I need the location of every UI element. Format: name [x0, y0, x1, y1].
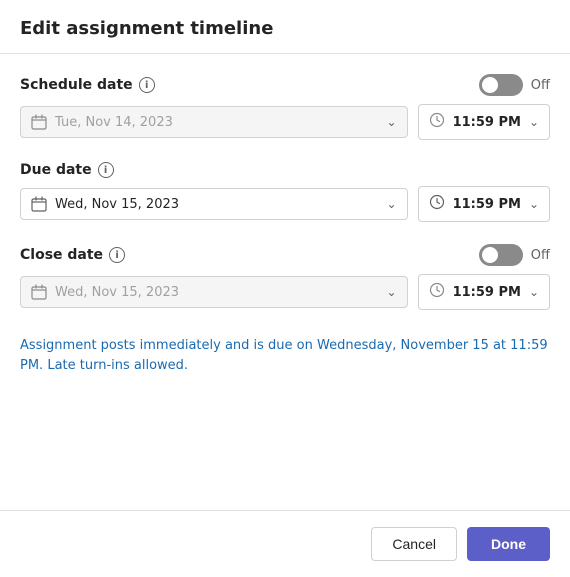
- toggle-thumb: [482, 77, 498, 93]
- due-date-calendar-icon: [31, 196, 47, 212]
- close-date-toggle-row: Off: [479, 244, 550, 266]
- schedule-time-picker[interactable]: 11:59 PM ⌄: [418, 104, 550, 140]
- close-date-section: Close date i Off: [20, 244, 550, 310]
- dialog-title: Edit assignment timeline: [20, 18, 550, 39]
- due-date-picker[interactable]: Wed, Nov 15, 2023 ⌄: [20, 188, 408, 220]
- schedule-date-toggle-row: Off: [479, 74, 550, 96]
- due-date-value: Wed, Nov 15, 2023: [55, 197, 379, 212]
- schedule-date-label-row: Schedule date i Off: [20, 74, 550, 96]
- schedule-date-toggle-label: Off: [531, 78, 550, 93]
- due-date-label: Due date i: [20, 162, 114, 178]
- due-date-section: Due date i Wed, Nov 15, 2023: [20, 162, 550, 222]
- edit-timeline-dialog: Edit assignment timeline Schedule date i…: [0, 0, 570, 577]
- due-date-info-icon[interactable]: i: [98, 162, 114, 178]
- schedule-date-section: Schedule date i Off: [20, 74, 550, 140]
- close-date-input-row: Wed, Nov 15, 2023 ⌄ 11:59 PM ⌄: [20, 274, 550, 310]
- schedule-date-toggle[interactable]: [479, 74, 523, 96]
- due-date-input-row: Wed, Nov 15, 2023 ⌄ 11:59 PM ⌄: [20, 186, 550, 222]
- due-time-picker[interactable]: 11:59 PM ⌄: [418, 186, 550, 222]
- close-date-toggle-label: Off: [531, 248, 550, 263]
- dialog-footer: Cancel Done: [0, 511, 570, 577]
- schedule-time-chevron: ⌄: [529, 115, 539, 129]
- schedule-date-calendar-icon: [31, 114, 47, 130]
- cancel-button[interactable]: Cancel: [371, 527, 457, 561]
- schedule-date-info-icon[interactable]: i: [139, 77, 155, 93]
- due-clock-icon: [429, 194, 445, 214]
- close-time-chevron: ⌄: [529, 285, 539, 299]
- schedule-date-picker[interactable]: Tue, Nov 14, 2023 ⌄: [20, 106, 408, 138]
- close-date-chevron: ⌄: [387, 285, 397, 299]
- close-date-calendar-icon: [31, 284, 47, 300]
- close-toggle-thumb: [482, 247, 498, 263]
- close-clock-icon: [429, 282, 445, 302]
- close-time-value: 11:59 PM: [453, 285, 521, 300]
- dialog-header: Edit assignment timeline: [0, 0, 570, 54]
- due-time-chevron: ⌄: [529, 197, 539, 211]
- assignment-info-text: Assignment posts immediately and is due …: [20, 336, 550, 375]
- dialog-body: Schedule date i Off: [0, 54, 570, 510]
- close-time-picker[interactable]: 11:59 PM ⌄: [418, 274, 550, 310]
- schedule-date-input-row: Tue, Nov 14, 2023 ⌄ 11:59 PM ⌄: [20, 104, 550, 140]
- schedule-clock-icon: [429, 112, 445, 132]
- schedule-date-label: Schedule date i: [20, 77, 155, 93]
- close-date-label: Close date i: [20, 247, 125, 263]
- close-date-info-icon[interactable]: i: [109, 247, 125, 263]
- close-date-label-row: Close date i Off: [20, 244, 550, 266]
- close-date-toggle[interactable]: [479, 244, 523, 266]
- due-date-label-row: Due date i: [20, 162, 550, 178]
- schedule-date-value: Tue, Nov 14, 2023: [55, 115, 379, 130]
- done-button[interactable]: Done: [467, 527, 550, 561]
- due-time-value: 11:59 PM: [453, 197, 521, 212]
- due-date-chevron: ⌄: [387, 197, 397, 211]
- close-date-value: Wed, Nov 15, 2023: [55, 285, 379, 300]
- schedule-time-value: 11:59 PM: [453, 115, 521, 130]
- schedule-date-chevron: ⌄: [387, 115, 397, 129]
- close-date-picker[interactable]: Wed, Nov 15, 2023 ⌄: [20, 276, 408, 308]
